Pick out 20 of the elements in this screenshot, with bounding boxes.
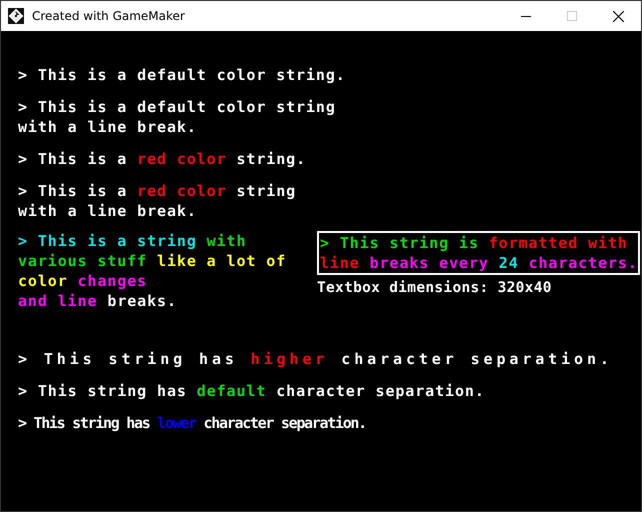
textbox-caption: Textbox dimensions: 320x40 [317,279,553,298]
text-line: > This is a string with [18,231,248,251]
text-line: > This string has lower character separation. [18,413,367,433]
app-logo-icon [8,8,24,24]
text-line: > This string has higher character separation. [18,349,614,369]
text-line: > This is a red color string. [18,149,308,169]
text-line: > This is a default color string [18,97,337,117]
text-line: > This is a default color string. [18,65,347,85]
text-line: with a line break. [18,201,198,221]
text-line: > This string has default character separation. [18,381,486,401]
text-line: color changes [18,271,148,291]
text-line: > This is a red color string [18,181,298,201]
text-line: various stuff like a lot of [18,251,288,271]
maximize-icon [567,11,577,21]
text-line: line breaks every 24 characters. [320,253,638,273]
close-icon [612,10,624,22]
text-line: and line breaks. [18,291,178,311]
text-line: with a line break. [18,117,198,137]
text-line: > This string is formatted with [320,233,629,253]
window-title: Created with GameMaker [32,9,185,23]
